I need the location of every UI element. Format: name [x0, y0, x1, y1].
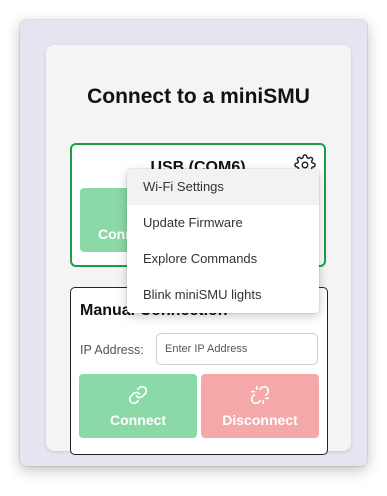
ip-address-label: IP Address:	[80, 343, 144, 357]
manual-connect-button[interactable]: Connect	[79, 374, 197, 438]
link-icon	[128, 385, 148, 405]
manual-disconnect-label: Disconnect	[222, 412, 298, 428]
menu-item-update-firmware[interactable]: Update Firmware	[127, 205, 319, 241]
manual-disconnect-button[interactable]: Disconnect	[201, 374, 319, 438]
menu-item-explore-commands[interactable]: Explore Commands	[127, 241, 319, 277]
page-title: Connect to a miniSMU	[87, 85, 310, 108]
unlink-icon	[250, 385, 270, 405]
settings-dropdown-menu: Wi-Fi Settings Update Firmware Explore C…	[127, 169, 319, 313]
menu-item-blink-lights[interactable]: Blink miniSMU lights	[127, 277, 319, 313]
ip-address-input[interactable]	[156, 333, 318, 365]
menu-item-wifi-settings[interactable]: Wi-Fi Settings	[127, 169, 319, 205]
manual-connect-label: Connect	[110, 412, 166, 428]
